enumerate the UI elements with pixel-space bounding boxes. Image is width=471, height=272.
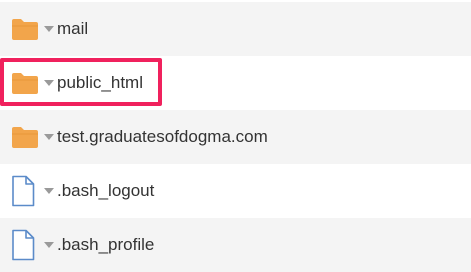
file-row-bash-profile[interactable]: .bash_profile xyxy=(0,218,471,272)
chevron-down-icon[interactable] xyxy=(44,80,54,86)
file-row-mail[interactable]: mail xyxy=(0,2,471,56)
chevron-down-icon[interactable] xyxy=(44,188,54,194)
file-icon xyxy=(11,229,35,261)
file-row-test-graduatesofdogma[interactable]: test.graduatesofdogma.com xyxy=(0,110,471,164)
folder-icon xyxy=(11,71,39,95)
file-list: mail public_html test.graduatesofdogma.c… xyxy=(0,0,471,272)
chevron-down-icon[interactable] xyxy=(44,134,54,140)
chevron-down-icon[interactable] xyxy=(44,242,54,248)
file-row-bash-logout[interactable]: .bash_logout xyxy=(0,164,471,218)
folder-icon xyxy=(11,17,39,41)
file-name[interactable]: .bash_profile xyxy=(57,233,154,257)
folder-icon xyxy=(11,125,39,149)
chevron-down-icon[interactable] xyxy=(44,26,54,32)
file-row-public-html[interactable]: public_html xyxy=(0,56,471,110)
file-name[interactable]: test.graduatesofdogma.com xyxy=(57,125,268,149)
file-name[interactable]: .bash_logout xyxy=(57,179,154,203)
file-icon xyxy=(11,175,35,207)
file-name[interactable]: mail xyxy=(57,17,88,41)
file-name[interactable]: public_html xyxy=(57,71,143,95)
